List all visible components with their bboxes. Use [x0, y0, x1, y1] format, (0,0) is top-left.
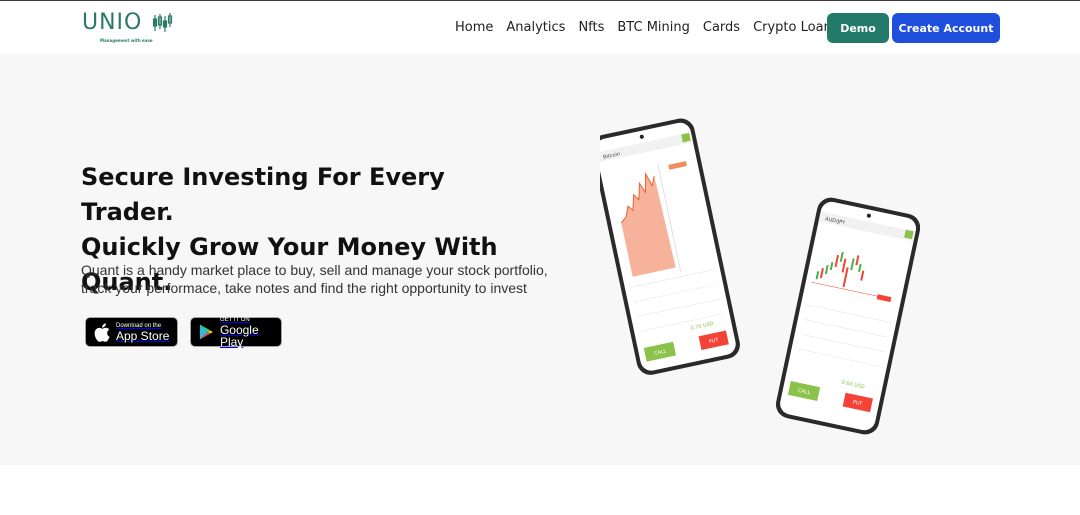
nav-cards[interactable]: Cards	[703, 20, 740, 35]
nav-home[interactable]: Home	[455, 20, 493, 35]
candlestick-icon	[152, 13, 173, 32]
hero-title-line-2: Quickly Grow Your Money With	[81, 233, 498, 261]
site-header: UNIO Management with ease Home Analytics…	[0, 1, 1080, 54]
nav-crypto-loans[interactable]: Crypto Loans	[753, 20, 839, 35]
brand-name: UNIO	[82, 10, 143, 35]
phone-left: Bitcoin 0.70 USD CALL PUT	[600, 118, 740, 375]
apple-icon	[94, 322, 110, 342]
hero-section: Secure Investing For Every Trader. Quick…	[0, 54, 1080, 465]
app-store-label: App Store	[116, 328, 170, 343]
brand-logo[interactable]: UNIO Management with ease	[82, 10, 182, 46]
nav-analytics[interactable]: Analytics	[506, 20, 565, 35]
app-store-button[interactable]: Download on the App Store	[85, 317, 178, 347]
nav-nfts[interactable]: Nfts	[578, 20, 604, 35]
google-play-icon	[199, 324, 214, 340]
phone-right: AUD/JPY 0.60 USD CALL PUT	[775, 197, 920, 435]
create-account-button[interactable]: Create Account	[892, 13, 1000, 43]
hero-description: Quant is a handy market place to buy, se…	[81, 262, 548, 296]
google-play-label: Google Play	[219, 322, 259, 349]
demo-button[interactable]: Demo	[827, 13, 889, 43]
hero-title-line-1: Secure Investing For Every Trader.	[81, 163, 445, 226]
phone-mockups: Bitcoin 0.70 USD CALL PUT AUD/JPY 0.60 U…	[600, 118, 920, 435]
google-play-small-label: GET IT ON	[219, 316, 250, 323]
brand-tagline: Management with ease	[100, 38, 153, 43]
app-store-small-label: Download on the	[116, 322, 162, 329]
nav-btc-mining[interactable]: BTC Mining	[617, 20, 689, 35]
google-play-button[interactable]: GET IT ON Google Play	[190, 316, 282, 349]
main-nav: Home Analytics Nfts BTC Mining Cards Cry…	[455, 20, 839, 35]
